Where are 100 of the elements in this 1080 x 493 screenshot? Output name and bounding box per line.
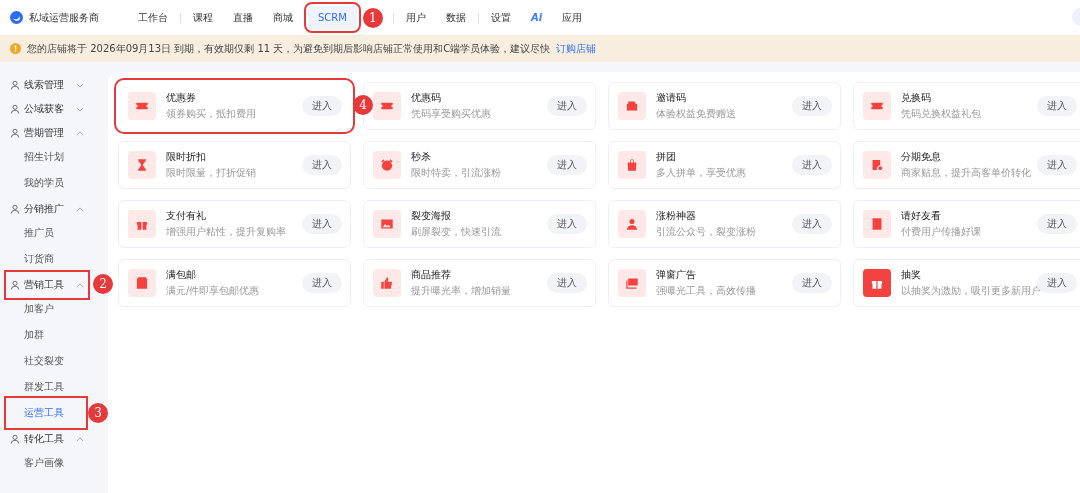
enter-button[interactable]: 进入	[302, 273, 342, 293]
warning-icon	[10, 43, 21, 54]
nav-tab[interactable]: 直播	[223, 4, 263, 31]
nav-tab[interactable]: 商城	[263, 4, 303, 31]
tool-card[interactable]: 弹窗广告 强曝光工具，高效传播 进入	[608, 259, 841, 307]
tool-card[interactable]: 秒杀 限时特卖，引流涨粉 进入	[363, 141, 596, 189]
sidebar-item[interactable]: 招生计划	[8, 144, 84, 170]
tool-description: 领券购买，抵扣费用	[166, 107, 257, 121]
enter-button[interactable]: 进入	[1037, 96, 1077, 116]
person-icon	[10, 128, 20, 138]
tool-title: 支付有礼	[166, 209, 207, 223]
person-icon	[10, 204, 20, 214]
callout-badge: 2	[93, 274, 113, 294]
sidebar-item[interactable]: 客户画像	[8, 450, 84, 476]
tool-card[interactable]: 限时折扣 限时限量，打折促销 进入	[118, 141, 351, 189]
enter-button[interactable]: 进入	[1037, 273, 1077, 293]
chevron-icon	[76, 282, 84, 288]
nav-tab[interactable]: 用户	[395, 4, 436, 31]
tool-title: 抽奖	[901, 268, 922, 282]
alarm-clock-icon	[373, 151, 401, 179]
chevron-icon	[76, 436, 84, 442]
tool-title: 兑换码	[901, 91, 932, 105]
image-icon	[373, 210, 401, 238]
callout-badge: 4	[353, 95, 373, 115]
tool-title: 限时折扣	[166, 150, 207, 164]
nav-tab[interactable]: 工作台	[128, 4, 178, 31]
brand-name: 私域运营服务商	[29, 10, 99, 25]
enter-button[interactable]: 进入	[792, 273, 832, 293]
tool-description: 提升曝光率，增加销量	[411, 284, 512, 298]
callout-badge: 1	[362, 7, 383, 28]
tool-description: 刷屏裂变，快速引流	[411, 225, 502, 239]
sidebar-group[interactable]: 分销推广	[8, 198, 86, 220]
tool-card[interactable]: 支付有礼 增强用户粘性，提升复购率 进入	[118, 200, 351, 248]
nav-tab[interactable]: 数据	[435, 4, 476, 31]
sidebar-group[interactable]: 公域获客	[8, 98, 86, 120]
tool-description: 限时特卖，引流涨粉	[411, 166, 502, 180]
enter-button[interactable]: 进入	[1037, 155, 1077, 175]
tool-description: 强曝光工具，高效传播	[656, 284, 757, 298]
person-icon	[10, 434, 20, 444]
tool-card[interactable]: 请好友看 付费用户传播好课 进入	[853, 200, 1080, 248]
tool-title: 邀请码	[656, 91, 687, 105]
sidebar-group[interactable]: 营销工具	[8, 274, 86, 296]
nav-tab[interactable]: 设置	[480, 4, 521, 31]
sidebar-group[interactable]: 线索管理	[8, 74, 86, 96]
tool-description: 限时限量，打折促销	[166, 166, 257, 180]
sidebar-item[interactable]: 加群	[8, 322, 84, 348]
sidebar-item[interactable]: 推广员	[8, 220, 84, 246]
person-icon	[10, 104, 20, 114]
tool-title: 秒杀	[411, 150, 432, 164]
tool-card[interactable]: 拼团 多人拼单，享受优惠 进入	[608, 141, 841, 189]
tool-description: 付费用户传播好课	[901, 225, 982, 239]
tool-description: 引流公众号，裂变涨粉	[656, 225, 757, 239]
sidebar-group[interactable]: 营期管理	[8, 122, 86, 144]
thumbs-up-icon	[373, 269, 401, 297]
tool-title: 商品推荐	[411, 268, 452, 282]
enter-button[interactable]: 进入	[547, 155, 587, 175]
sidebar-item[interactable]: 社交裂变	[8, 348, 84, 374]
enter-button[interactable]: 进入	[302, 214, 342, 234]
sidebar-item[interactable]: 群发工具	[8, 374, 84, 400]
tool-card[interactable]: 涨粉神器 引流公众号，裂变涨粉 进入	[608, 200, 841, 248]
enter-button[interactable]: 进入	[792, 214, 832, 234]
person-icon	[10, 280, 20, 290]
enter-button[interactable]: 进入	[302, 155, 342, 175]
ai-logo[interactable]: Ai	[520, 6, 553, 29]
enter-button[interactable]: 进入	[547, 96, 587, 116]
tool-title: 分期免息	[901, 150, 942, 164]
logo-icon	[10, 11, 23, 24]
order-link[interactable]: 订购店铺	[556, 41, 597, 56]
hourglass-icon	[128, 151, 156, 179]
tool-title: 涨粉神器	[656, 209, 697, 223]
chevron-icon	[76, 130, 84, 136]
enter-button[interactable]: 进入	[792, 155, 832, 175]
tool-description: 满元/件即享包邮优惠	[166, 284, 261, 298]
chevron-icon	[76, 106, 84, 112]
enter-button[interactable]: 进入	[547, 214, 587, 234]
sidebar-item[interactable]: 我的学员	[8, 170, 84, 196]
sidebar-item[interactable]: 订货商	[8, 246, 84, 272]
tool-description: 凭码享受购买优惠	[411, 107, 492, 121]
tool-description: 增强用户粘性，提升复购率	[166, 225, 287, 239]
enter-button[interactable]: 进入	[302, 96, 342, 116]
sidebar-item[interactable]: 加客户	[8, 296, 84, 322]
tool-card[interactable]: 优惠券 领券购买，抵扣费用 进入	[118, 82, 351, 130]
tool-title: 裂变海报	[411, 209, 452, 223]
enter-button[interactable]: 进入	[1037, 214, 1077, 234]
nav-tab[interactable]: 应用	[552, 4, 593, 31]
sidebar-group[interactable]: 转化工具	[8, 428, 86, 450]
tool-card[interactable]: 裂变海报 刷屏裂变，快速引流 进入	[363, 200, 596, 248]
tool-card[interactable]: 满包邮 满元/件即享包邮优惠 进入	[118, 259, 351, 307]
enter-button[interactable]: 进入	[792, 96, 832, 116]
nav-tab[interactable]: 课程	[183, 4, 223, 31]
tool-title: 优惠券	[166, 91, 197, 105]
enter-button[interactable]: 进入	[547, 273, 587, 293]
tool-card[interactable]: 邀请码 体验权益免费赠送 进入	[608, 82, 841, 130]
chevron-icon	[76, 82, 84, 88]
tool-card[interactable]: 分期免息 商家贴息，提升高客单价转化 进入	[853, 141, 1080, 189]
callout-badge: 3	[88, 403, 108, 423]
tool-card[interactable]: 兑换码 凭码兑换权益礼包 进入	[853, 82, 1080, 130]
tool-card[interactable]: 商品推荐 提升曝光率，增加销量 进入	[363, 259, 596, 307]
person-icon	[618, 210, 646, 238]
tool-title: 优惠码	[411, 91, 442, 105]
